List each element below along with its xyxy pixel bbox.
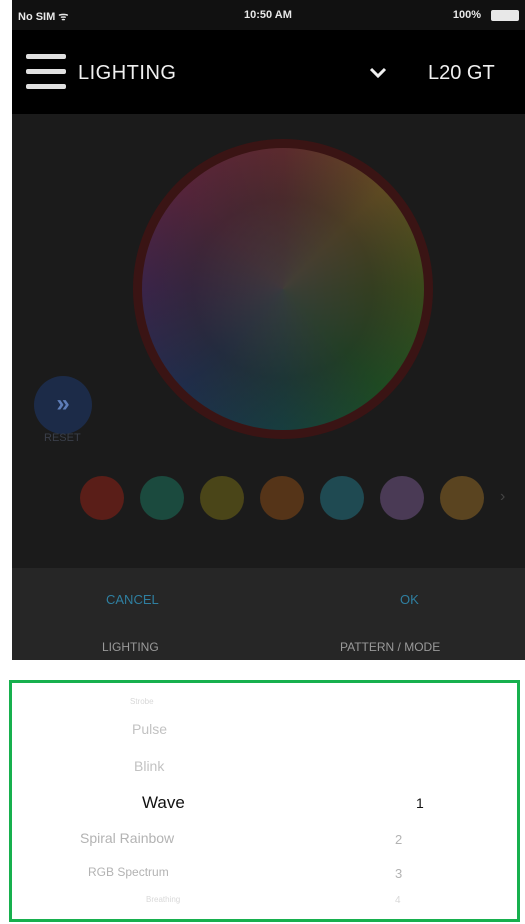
picker-selected-option[interactable]: Wave [142, 793, 185, 813]
picker-value[interactable]: 4 [395, 895, 401, 906]
chevron-down-icon[interactable] [368, 66, 388, 80]
tab-pattern-mode[interactable]: PATTERN / MODE [340, 640, 440, 654]
swatch-7[interactable] [440, 476, 484, 520]
picker-option[interactable]: RGB Spectrum [88, 865, 169, 879]
battery-icon [491, 10, 519, 21]
reset-button[interactable]: » [34, 376, 92, 434]
ok-button[interactable]: OK [400, 592, 419, 607]
phone-screen: No SIM ᯤ 10:50 AM 100% LIGHTING L20 GT »… [12, 0, 525, 660]
carrier-label: No SIM ᯤ [18, 11, 69, 23]
reset-label: RESET [44, 432, 81, 444]
action-bar: CANCEL OK LIGHTING PATTERN / MODE [12, 568, 525, 660]
picker-option[interactable]: Spiral Rainbow [80, 830, 174, 846]
swatch-1[interactable] [80, 476, 124, 520]
device-selector[interactable]: L20 GT [428, 62, 495, 85]
color-swatches: › [80, 476, 510, 520]
swatch-6[interactable] [380, 476, 424, 520]
picker-value[interactable]: 2 [395, 832, 402, 847]
picker-value[interactable]: 3 [395, 866, 402, 881]
clock: 10:50 AM [244, 9, 292, 21]
swatch-4[interactable] [260, 476, 304, 520]
picker-value-selected[interactable]: 1 [416, 795, 424, 811]
picker-option[interactable]: Pulse [132, 721, 167, 737]
swatch-5[interactable] [320, 476, 364, 520]
picker-option[interactable]: Blink [134, 758, 164, 774]
chevron-right-icon[interactable]: › [500, 488, 505, 506]
picker-option[interactable]: Breathing [146, 895, 180, 904]
tab-lighting[interactable]: LIGHTING [102, 640, 159, 654]
swatch-2[interactable] [140, 476, 184, 520]
cancel-button[interactable]: CANCEL [106, 592, 159, 607]
color-wheel-center [142, 148, 424, 430]
top-bar: LIGHTING L20 GT [12, 30, 525, 114]
picker-option[interactable]: Strobe [130, 697, 154, 706]
status-bar: No SIM ᯤ 10:50 AM 100% [12, 0, 525, 30]
mode-picker[interactable]: Strobe Pulse Blink Wave Spiral Rainbow R… [9, 680, 520, 922]
swatch-3[interactable] [200, 476, 244, 520]
menu-icon[interactable] [26, 54, 66, 90]
page-title: LIGHTING [78, 62, 177, 84]
lighting-panel: » RESET › [12, 114, 525, 568]
battery-percent: 100% [452, 9, 481, 21]
